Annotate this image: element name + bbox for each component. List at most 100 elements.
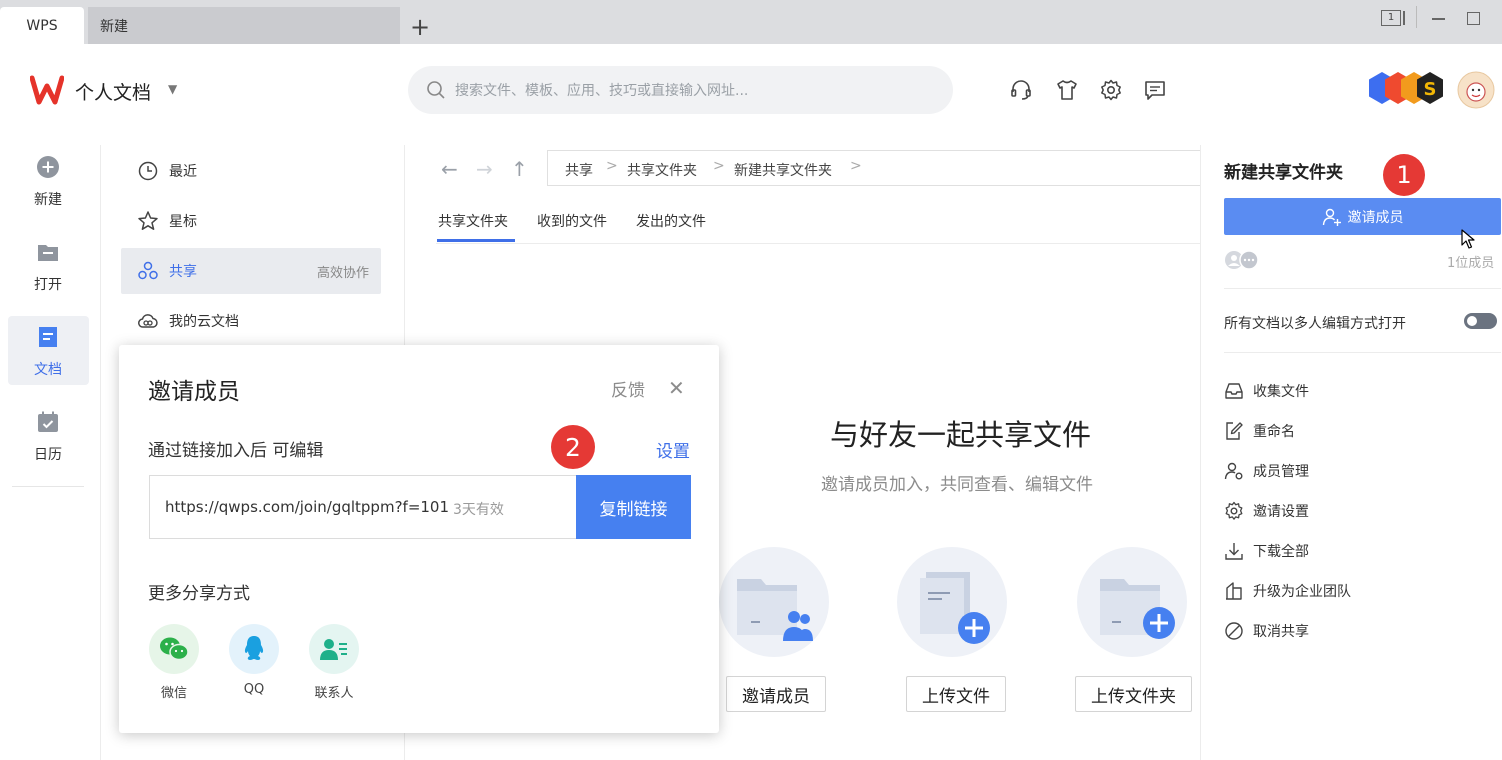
divider	[1224, 288, 1501, 289]
wechat-icon	[160, 637, 189, 661]
nav-share[interactable]: 共享 高效协作	[121, 248, 381, 294]
tab-new[interactable]: 新建	[88, 7, 400, 44]
action-collect-files[interactable]: 收集文件	[1224, 381, 1309, 401]
nav-recent[interactable]: 最近	[121, 148, 381, 194]
active-tab-indicator	[437, 239, 515, 242]
rail-new[interactable]: 新建	[8, 189, 88, 209]
empty-state-title: 与好友一起共享文件	[830, 418, 1092, 452]
toggle-knob	[1467, 316, 1477, 326]
star-icon	[138, 211, 158, 230]
ban-icon	[1225, 622, 1243, 640]
invite-members-button[interactable]: 邀请成员	[726, 676, 826, 712]
share-nodes-icon	[138, 261, 158, 280]
rail-calendar[interactable]: 日历	[8, 444, 88, 464]
action-label: 下载全部	[1253, 544, 1309, 560]
close-icon[interactable]: ✕	[668, 376, 685, 400]
action-member-management[interactable]: 成员管理	[1224, 461, 1309, 481]
invite-member-label: 邀请成员	[1347, 209, 1404, 226]
document-icon	[39, 327, 57, 347]
tshirt-icon[interactable]	[1055, 78, 1079, 102]
divider	[12, 486, 84, 487]
upload-file-button[interactable]: 上传文件	[906, 676, 1006, 712]
contacts-label: 联系人	[314, 686, 354, 701]
tab-wps[interactable]: WPS	[0, 7, 84, 44]
feedback-link[interactable]: 反馈	[611, 376, 645, 401]
action-label: 重命名	[1253, 424, 1295, 440]
avatar[interactable]	[1456, 70, 1496, 110]
settings-link[interactable]: 设置	[656, 437, 690, 462]
chevron-right-icon: >	[713, 158, 725, 174]
action-label: 成员管理	[1253, 464, 1309, 480]
maximize-icon[interactable]	[1467, 12, 1480, 25]
member-avatars-icon[interactable]	[1224, 250, 1260, 270]
svg-text:S: S	[1424, 79, 1437, 100]
building-icon	[1226, 582, 1242, 600]
action-label: 取消共享	[1253, 624, 1309, 640]
gear-icon	[1225, 501, 1243, 520]
member-count: 1位成员	[1447, 256, 1495, 271]
action-download-all[interactable]: 下载全部	[1224, 541, 1309, 561]
action-cancel-share[interactable]: 取消共享	[1224, 621, 1309, 641]
multi-edit-label: 所有文档以多人编辑方式打开	[1224, 316, 1406, 332]
divider	[1416, 6, 1417, 28]
chevron-right-icon: >	[606, 158, 618, 174]
add-user-icon	[1322, 208, 1341, 226]
inbox-icon	[1225, 383, 1243, 399]
tab-shared-folders[interactable]: 共享文件夹	[438, 211, 508, 231]
breadcrumb-item[interactable]: 新建共享文件夹	[734, 160, 832, 180]
edit-icon	[1226, 422, 1243, 440]
tab-sent-files[interactable]: 发出的文件	[636, 211, 706, 231]
invite-folder-icon	[737, 579, 813, 641]
link-validity: 3天有效	[453, 502, 504, 518]
headset-icon[interactable]	[1009, 78, 1033, 102]
nav-recent-label: 最近	[169, 164, 197, 180]
action-invite-settings[interactable]: 邀请设置	[1224, 501, 1309, 521]
rail-docs[interactable]: 文档	[8, 359, 88, 379]
up-arrow-icon[interactable]: ↑	[511, 157, 528, 181]
minimize-icon[interactable]	[1432, 18, 1445, 20]
tab-list-icon[interactable]: 1	[1381, 10, 1401, 26]
qq-share-button[interactable]	[229, 624, 279, 674]
gear-icon[interactable]	[1099, 78, 1123, 102]
copy-link-button[interactable]: 复制链接	[576, 475, 691, 539]
breadcrumb-item[interactable]: 共享	[565, 160, 593, 180]
chevron-down-icon[interactable]: ▼	[168, 82, 177, 96]
calendar-icon	[38, 411, 58, 432]
breadcrumb-item[interactable]: 共享文件夹	[627, 160, 697, 180]
divider	[1200, 145, 1201, 760]
action-label: 收集文件	[1253, 384, 1309, 400]
more-share-heading: 更多分享方式	[148, 584, 250, 604]
forward-arrow-icon[interactable]: →	[476, 157, 493, 181]
nav-starred-label: 星标	[169, 214, 197, 230]
message-icon[interactable]	[1143, 78, 1167, 102]
action-label: 升级为企业团队	[1253, 584, 1351, 600]
search-icon	[427, 81, 445, 99]
empty-state-subtitle: 邀请成员加入，共同查看、编辑文件	[821, 475, 1093, 495]
contacts-share-button[interactable]	[309, 624, 359, 674]
mouse-cursor-icon	[1461, 229, 1475, 249]
contact-icon	[320, 639, 347, 660]
new-tab-button[interactable]: +	[410, 8, 430, 45]
nav-share-hint: 高效协作	[316, 265, 369, 281]
member-badges-icon[interactable]: S	[1368, 70, 1458, 108]
panel-title: 新建共享文件夹	[1224, 163, 1343, 183]
chevron-right-icon: >	[850, 158, 862, 174]
back-arrow-icon[interactable]: ←	[441, 157, 458, 181]
upload-folder-button[interactable]: 上传文件夹	[1075, 676, 1192, 712]
nav-cloud[interactable]: 我的云文档	[121, 298, 381, 344]
wechat-label: 微信	[160, 686, 187, 701]
rail-open[interactable]: 打开	[8, 274, 88, 294]
share-link-url[interactable]: https://qwps.com/join/gqltppm?f=101	[165, 498, 449, 516]
invite-member-button[interactable]: 邀请成员	[1224, 198, 1501, 235]
divider	[100, 145, 101, 760]
nav-starred[interactable]: 星标	[121, 198, 381, 244]
action-rename[interactable]: 重命名	[1224, 421, 1295, 441]
action-upgrade-team[interactable]: 升级为企业团队	[1224, 581, 1351, 601]
tab-received-files[interactable]: 收到的文件	[537, 211, 607, 231]
nav-share-label: 共享	[169, 264, 197, 280]
step-badge: 2	[551, 425, 595, 469]
wechat-share-button[interactable]	[149, 624, 199, 674]
user-gear-icon	[1224, 462, 1243, 480]
workspace-title[interactable]: 个人文档	[75, 78, 151, 105]
nav-cloud-label: 我的云文档	[169, 314, 239, 330]
